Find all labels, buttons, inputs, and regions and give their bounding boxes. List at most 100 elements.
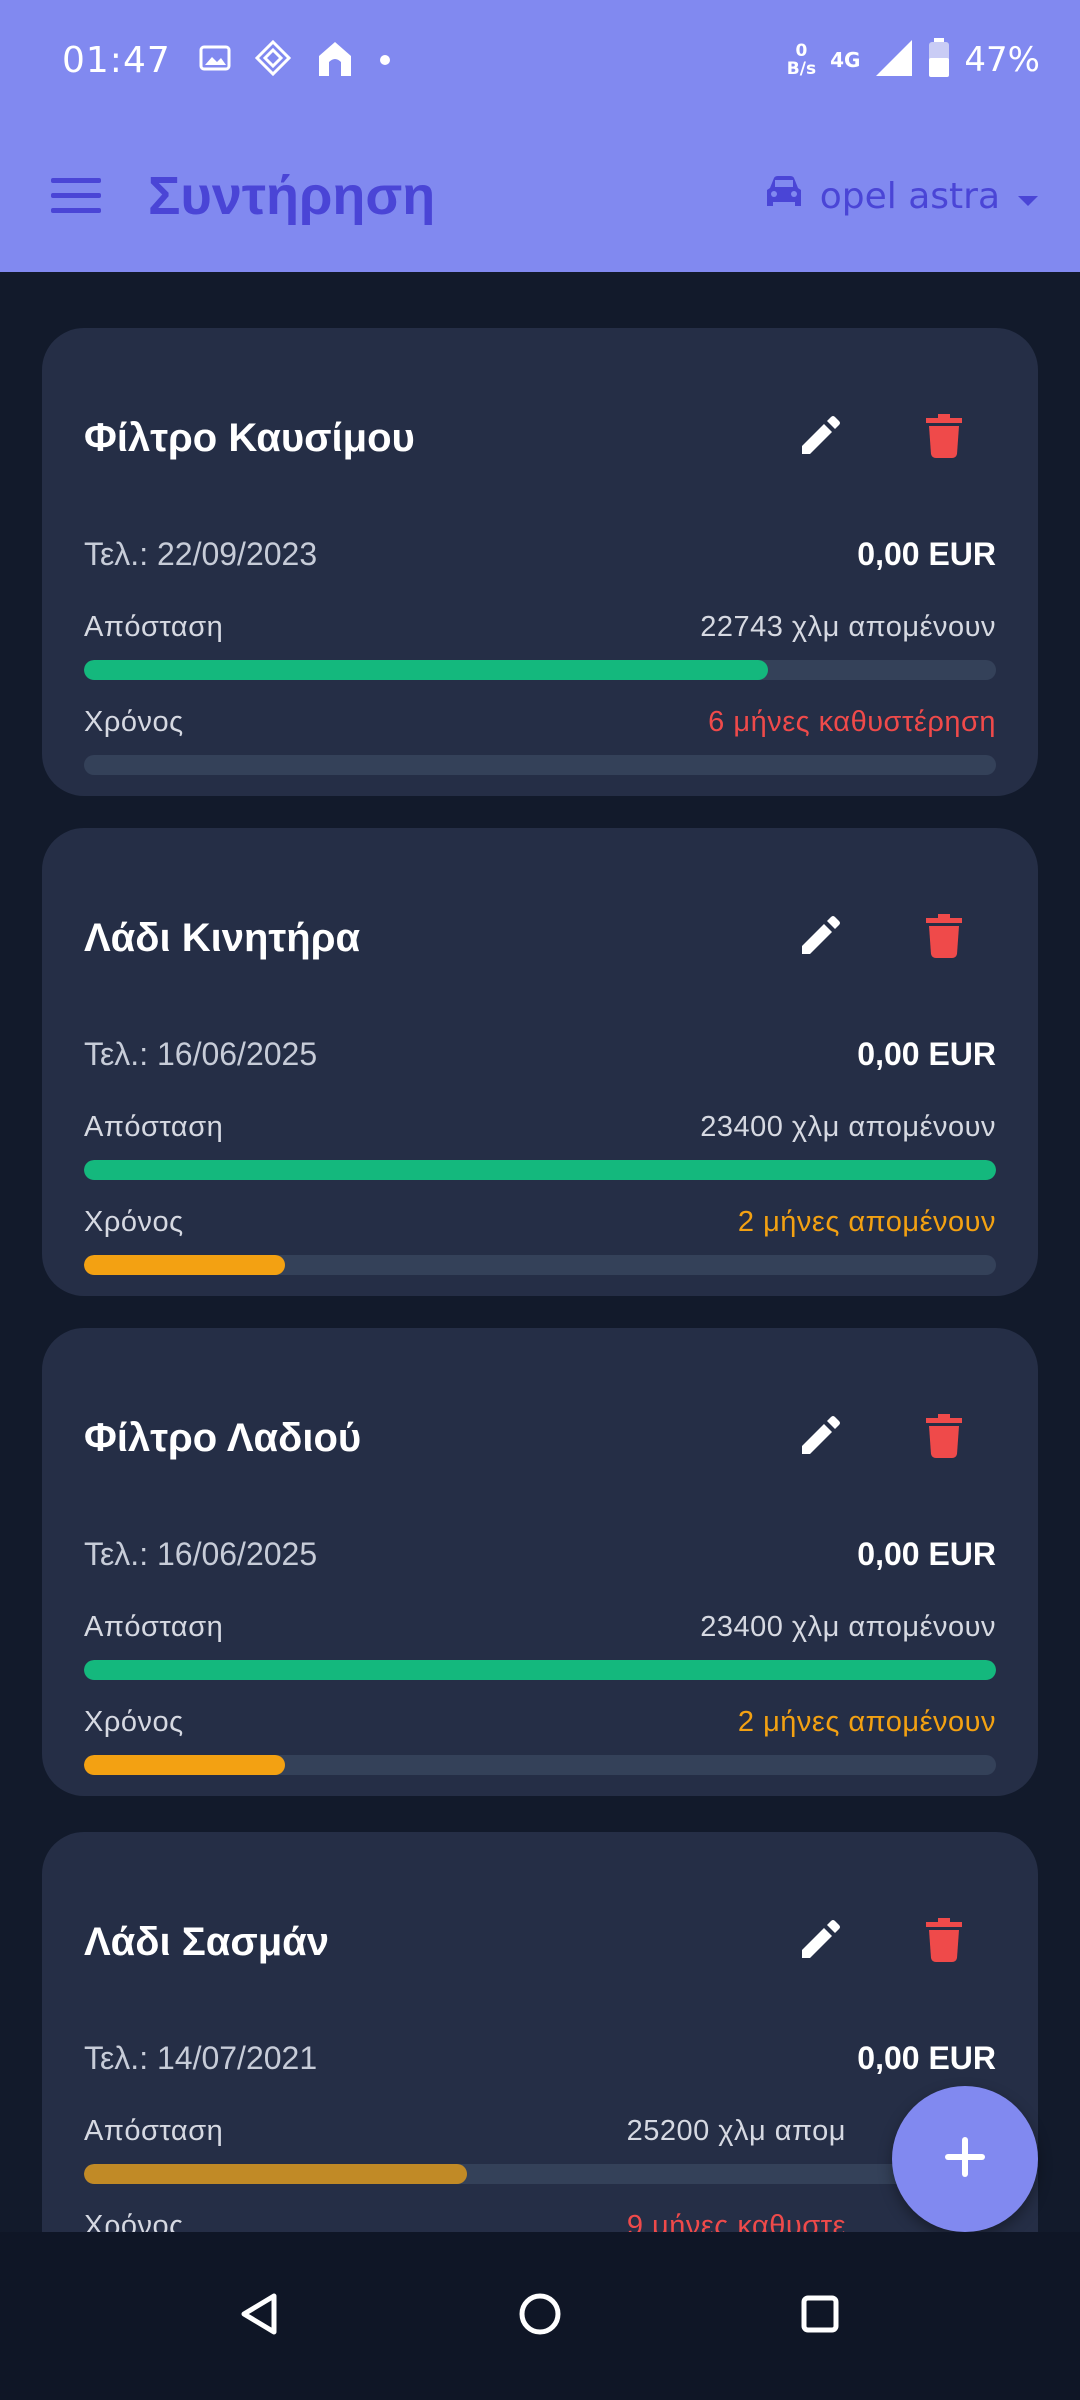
time-progress-fill (84, 1255, 285, 1275)
gallery-icon (199, 44, 231, 76)
time-progress-bar (84, 1755, 996, 1775)
net-speed-unit: B/s (786, 59, 817, 79)
time-label: Χρόνος (84, 706, 184, 738)
edit-button[interactable] (788, 1910, 852, 1974)
trash-icon (926, 914, 962, 962)
card-header: Λάδι Σασμάν (84, 1832, 996, 2052)
distance-progress-bar (84, 660, 996, 680)
card-title: Φίλτρο Λαδιού (84, 1415, 362, 1460)
distance-row: Απόσταση 22743 χλμ απομένουν (84, 611, 996, 644)
card-header: Φίλτρο Καυσίμου (84, 328, 996, 548)
card-actions (788, 406, 976, 470)
card-meta: Τελ.: 16/06/2025 0,00 EUR (84, 1536, 996, 1573)
distance-progress-fill (84, 2164, 468, 2184)
card-title: Φίλτρο Καυσίμου (84, 415, 415, 460)
card-meta: Τελ.: 14/07/2021 0,00 EUR (84, 2040, 996, 2077)
app-bar: Συντήρηση opel astra (0, 120, 1080, 272)
card-meta: Τελ.: 22/09/2023 0,00 EUR (84, 536, 996, 573)
menu-icon[interactable] (48, 168, 104, 224)
pencil-icon (798, 414, 842, 462)
time-label: Χρόνος (84, 1206, 184, 1238)
trash-icon (926, 414, 962, 462)
time-progress-bar (84, 1255, 996, 1275)
delete-button[interactable] (912, 1406, 976, 1470)
maintenance-card: Φίλτρο Λαδιού Τελ.: 16/06/2025 0,00 EUR … (42, 1328, 1038, 1796)
edit-button[interactable] (788, 1406, 852, 1470)
home-circle-icon (518, 2292, 562, 2340)
status-bar: 01:47 0 B/s 4G 47% (0, 0, 1080, 120)
distance-label: Απόσταση (84, 1111, 224, 1143)
signal-icon (874, 38, 914, 82)
card-actions (788, 906, 976, 970)
last-service-date: Τελ.: 14/07/2021 (84, 2040, 318, 2076)
time-value: 6 μήνες καθυστέρηση (708, 706, 996, 738)
pencil-icon (798, 1414, 842, 1462)
nav-recents-button[interactable] (775, 2271, 865, 2361)
distance-label: Απόσταση (84, 611, 224, 643)
distance-row: Απόσταση 23400 χλμ απομένουν (84, 1611, 996, 1644)
time-value: 9 μήνες καθυστε (626, 2210, 846, 2232)
last-service-date: Τελ.: 22/09/2023 (84, 536, 318, 572)
distance-value: 25200 χλμ απομ (626, 2115, 846, 2147)
maintenance-card: Φίλτρο Καυσίμου Τελ.: 22/09/2023 0,00 EU… (42, 328, 1038, 796)
recents-square-icon (798, 2292, 842, 2340)
distance-value: 22743 χλμ απομένουν (700, 611, 996, 643)
last-service-date: Τελ.: 16/06/2025 (84, 1536, 318, 1572)
page-title: Συντήρηση (148, 166, 436, 226)
nav-home-button[interactable] (495, 2271, 585, 2361)
vehicle-selector[interactable]: opel astra (764, 174, 1040, 219)
battery-percent: 47% (964, 40, 1040, 80)
service-cost: 0,00 EUR (857, 1536, 996, 1572)
service-cost: 0,00 EUR (857, 1036, 996, 1072)
system-navigation-bar (0, 2232, 1080, 2400)
time-row: Χρόνος 6 μήνες καθυστέρηση (84, 706, 996, 739)
time-value: 2 μήνες απομένουν (737, 1206, 996, 1238)
time-value: 2 μήνες απομένουν (737, 1706, 996, 1738)
pencil-icon (798, 1918, 842, 1966)
net-speed-value: 0 (795, 41, 808, 61)
card-header: Φίλτρο Λαδιού (84, 1328, 996, 1548)
delete-button[interactable] (912, 1910, 976, 1974)
edit-button[interactable] (788, 406, 852, 470)
back-triangle-icon (238, 2292, 282, 2340)
card-title: Λάδι Σασμάν (84, 1919, 330, 1964)
dot-icon (379, 51, 391, 70)
time-progress-bar (84, 755, 996, 775)
top-bar: 01:47 0 B/s 4G 47% Συντήρηση opel astra (0, 0, 1080, 272)
nav-back-button[interactable] (215, 2271, 305, 2361)
vehicle-name: opel astra (819, 175, 1000, 217)
distance-row: Απόσταση 25200 χλμ απομ (84, 2115, 996, 2148)
edit-button[interactable] (788, 906, 852, 970)
card-header: Λάδι Κινητήρα (84, 828, 996, 1048)
time-row: Χρόνος 2 μήνες απομένουν (84, 1706, 996, 1739)
distance-label: Απόσταση (84, 1611, 224, 1643)
trash-icon (926, 1414, 962, 1462)
plus-icon (943, 2135, 987, 2183)
net-speed: 0 B/s (787, 42, 816, 78)
status-system-icons: 0 B/s 4G 47% (787, 38, 1040, 82)
distance-progress-bar (84, 1660, 996, 1680)
distance-progress-fill (84, 660, 768, 680)
maintenance-list[interactable]: Φίλτρο Καυσίμου Τελ.: 22/09/2023 0,00 EU… (0, 272, 1080, 2232)
last-service-date: Τελ.: 16/06/2025 (84, 1036, 318, 1072)
caret-down-icon (1016, 176, 1040, 217)
diamond-app-icon (254, 39, 291, 80)
card-meta: Τελ.: 16/06/2025 0,00 EUR (84, 1036, 996, 1073)
distance-value: 23400 χλμ απομένουν (700, 1111, 996, 1143)
card-actions (788, 1406, 976, 1470)
network-type: 4G (830, 48, 861, 72)
maintenance-card: Λάδι Κινητήρα Τελ.: 16/06/2025 0,00 EUR … (42, 828, 1038, 1296)
battery-icon (928, 38, 950, 82)
distance-progress-bar (84, 2164, 996, 2184)
add-maintenance-button[interactable] (892, 2086, 1038, 2232)
card-title: Λάδι Κινητήρα (84, 915, 361, 960)
time-row: Χρόνος 2 μήνες απομένουν (84, 1206, 996, 1239)
card-actions (788, 1910, 976, 1974)
delete-button[interactable] (912, 406, 976, 470)
time-label: Χρόνος (84, 2210, 184, 2232)
distance-label: Απόσταση (84, 2115, 224, 2147)
distance-row: Απόσταση 23400 χλμ απομένουν (84, 1111, 996, 1144)
pencil-icon (798, 914, 842, 962)
distance-value: 23400 χλμ απομένουν (700, 1611, 996, 1643)
delete-button[interactable] (912, 906, 976, 970)
